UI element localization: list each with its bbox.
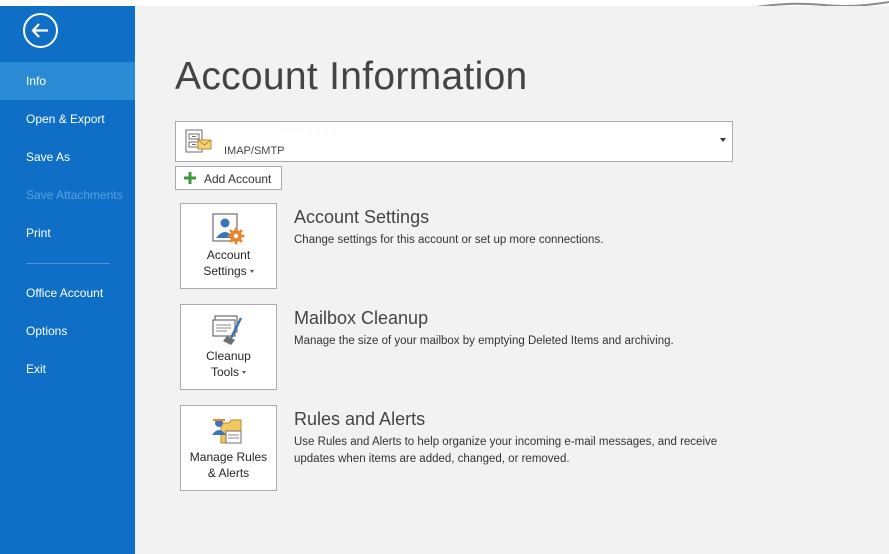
tile-label-line1: Manage Rules	[189, 450, 268, 464]
account-name: · · · · · · ·	[284, 126, 338, 133]
dropdown-arrow-icon	[242, 371, 246, 375]
nav-office-account[interactable]: Office Account	[0, 274, 135, 312]
nav-info[interactable]: Info	[0, 62, 135, 100]
cleanup-tools-button[interactable]: Cleanup Tools	[180, 304, 277, 390]
tile-label-line2-text: Tools	[210, 365, 239, 379]
backstage-sidebar: Info Open & Export Save As Save Attachme…	[0, 6, 135, 554]
account-settings-icon	[212, 213, 245, 245]
nav-print[interactable]: Print	[0, 214, 135, 252]
tile-label-line1: Account	[206, 248, 251, 262]
back-arrow-icon	[31, 23, 48, 38]
chevron-down-icon	[720, 138, 726, 142]
tile-label-line2: Tools	[181, 364, 276, 380]
tile-label-line2-text: Settings	[203, 264, 247, 278]
cleanup-tools-tile-label: Cleanup Tools	[181, 348, 276, 380]
add-account-label: Add Account	[204, 172, 272, 186]
mailbox-cleanup-title: Mailbox Cleanup	[294, 308, 429, 328]
account-settings-title: Account Settings	[294, 207, 430, 227]
nav-divider	[26, 263, 110, 264]
page-title: Account Information	[175, 55, 528, 98]
tile-label-line2: Settings	[181, 263, 276, 279]
tile-label-line1: Cleanup	[206, 349, 251, 363]
rules-alerts-description: Use Rules and Alerts to help organize yo…	[294, 436, 718, 465]
account-selector-dropdown[interactable]: · · · · · · · IMAP/SMTP	[175, 121, 733, 162]
nav-exit[interactable]: Exit	[0, 350, 135, 388]
account-settings-description: Change settings for this account or set …	[294, 234, 604, 246]
nav-save-as[interactable]: Save As	[0, 138, 135, 176]
manage-rules-alerts-button[interactable]: Manage Rules & Alerts	[180, 405, 277, 491]
account-type: IMAP/SMTP	[224, 145, 285, 157]
nav-open-export[interactable]: Open & Export	[0, 100, 135, 138]
main-content: Account Information · · · · · · · IMAP/S…	[135, 6, 889, 554]
plus-icon	[184, 172, 196, 184]
tile-label-line2: & Alerts	[207, 466, 250, 480]
manage-rules-tile-label: Manage Rules & Alerts	[181, 449, 276, 481]
cleanup-tools-icon	[212, 315, 243, 345]
account-settings-button[interactable]: Account Settings	[180, 203, 277, 289]
mailbox-cleanup-description: Manage the size of your mailbox by empty…	[294, 335, 674, 347]
nav-save-attachments[interactable]: Save Attachments	[0, 176, 135, 214]
add-account-button[interactable]: Add Account	[175, 166, 282, 190]
account-icon	[185, 129, 212, 153]
nav-options[interactable]: Options	[0, 312, 135, 350]
dropdown-arrow-icon	[249, 270, 254, 274]
account-settings-tile-label: Account Settings	[181, 247, 276, 279]
back-button[interactable]	[23, 13, 58, 48]
rules-alerts-title: Rules and Alerts	[294, 409, 426, 429]
rules-alerts-icon	[212, 419, 242, 444]
